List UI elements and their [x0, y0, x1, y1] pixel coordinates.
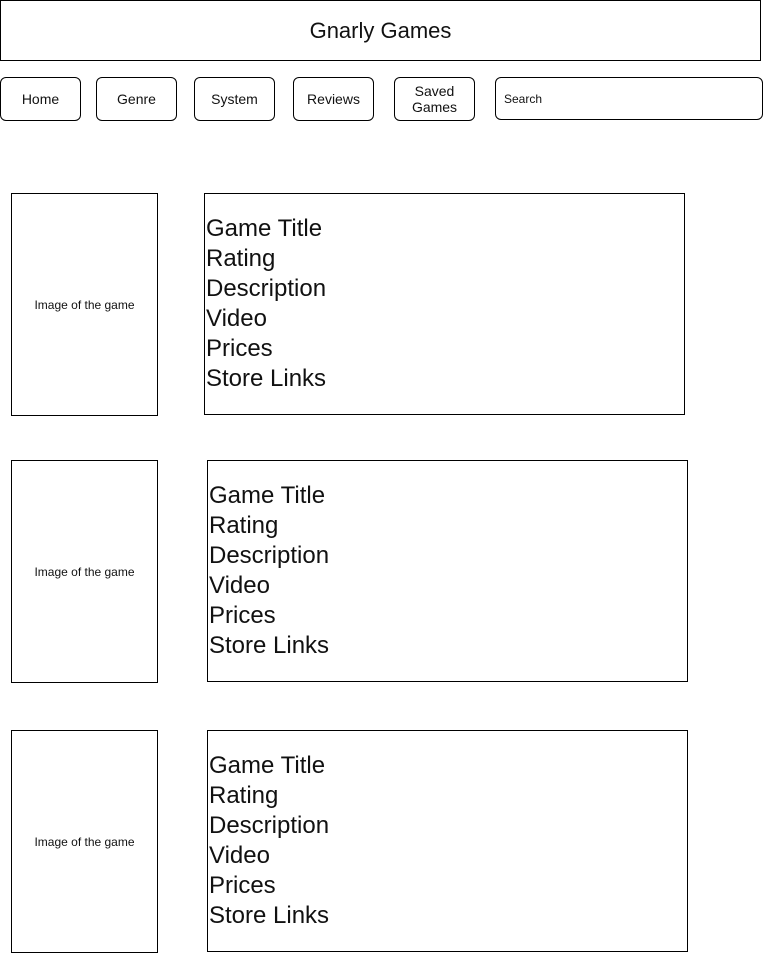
- system-button-label: System: [211, 91, 258, 107]
- home-button[interactable]: Home: [0, 77, 81, 121]
- description-field: Description: [209, 812, 330, 839]
- home-button-label: Home: [21, 91, 60, 107]
- reviews-button[interactable]: Reviews: [293, 77, 374, 121]
- game-image-placeholder: Image of the game: [11, 730, 158, 953]
- prices-field: Prices: [206, 335, 273, 362]
- game-image-label: Image of the game: [34, 834, 135, 849]
- saved-games-button-label: Saved Games: [411, 83, 458, 115]
- game-image-placeholder: Image of the game: [11, 193, 158, 416]
- search-input[interactable]: [495, 77, 763, 120]
- game-image-label: Image of the game: [34, 297, 135, 312]
- game-title-field: Game Title: [206, 215, 323, 242]
- prices-field: Prices: [209, 602, 276, 629]
- genre-button-label: Genre: [117, 91, 156, 107]
- game-image-placeholder: Image of the game: [11, 460, 158, 683]
- game-info-panel: Game Title Rating Description Video Pric…: [207, 460, 688, 682]
- video-field: Video: [206, 305, 267, 332]
- rating-field: Rating: [209, 782, 279, 809]
- store-links-field: Store Links: [206, 365, 327, 392]
- rating-field: Rating: [209, 512, 279, 539]
- game-title-field: Game Title: [209, 482, 326, 509]
- game-info-panel: Game Title Rating Description Video Pric…: [204, 193, 685, 415]
- video-field: Video: [209, 572, 270, 599]
- site-header: Gnarly Games: [0, 0, 761, 61]
- site-title: Gnarly Games: [309, 17, 452, 43]
- prices-field: Prices: [209, 872, 276, 899]
- description-field: Description: [209, 542, 330, 569]
- reviews-button-label: Reviews: [307, 91, 360, 107]
- game-image-label: Image of the game: [34, 564, 135, 579]
- store-links-field: Store Links: [209, 632, 330, 659]
- system-button[interactable]: System: [194, 77, 275, 121]
- video-field: Video: [209, 842, 270, 869]
- genre-button[interactable]: Genre: [96, 77, 177, 121]
- store-links-field: Store Links: [209, 902, 330, 929]
- description-field: Description: [206, 275, 327, 302]
- game-info-panel: Game Title Rating Description Video Pric…: [207, 730, 688, 952]
- rating-field: Rating: [206, 245, 276, 272]
- saved-games-button[interactable]: Saved Games: [394, 77, 475, 121]
- game-title-field: Game Title: [209, 752, 326, 779]
